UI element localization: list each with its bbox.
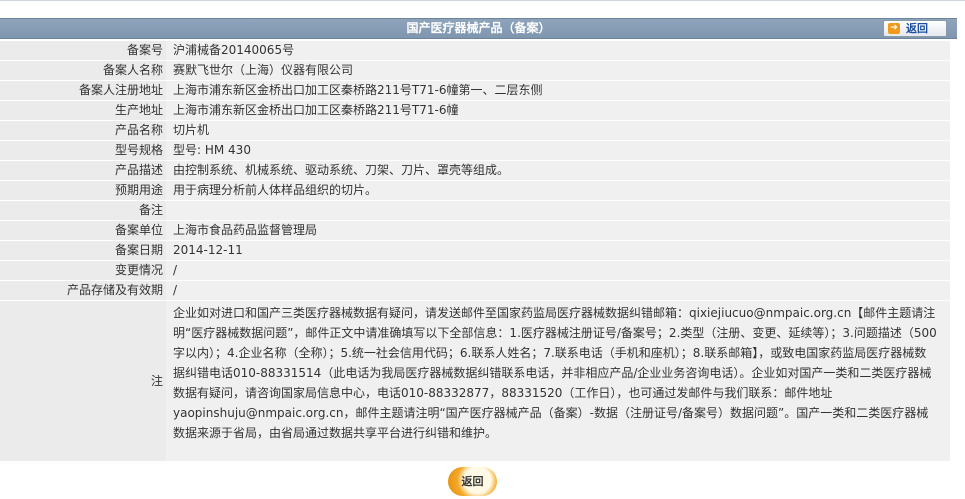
table-row: 预期用途 用于病理分析前人体样品组织的切片。	[0, 181, 950, 200]
field-label: 产品描述	[0, 161, 166, 180]
table-row: 生产地址 上海市浦东新区金桥出口加工区秦桥路211号T71-6幢	[0, 101, 950, 120]
table-row: 备案号 沪浦械备20140065号	[0, 41, 950, 60]
field-label: 备案单位	[0, 221, 166, 240]
field-value: 上海市浦东新区金桥出口加工区秦桥路211号T71-6幢第一、二层东侧	[166, 81, 950, 100]
field-value: 赛默飞世尔（上海）仪器有限公司	[166, 61, 950, 80]
back-button-label: 返回	[906, 22, 928, 35]
field-value: 型号: HM 430	[166, 141, 950, 160]
field-label: 备案号	[0, 41, 166, 60]
field-value: 2014-12-11	[166, 241, 950, 260]
field-label: 备注	[0, 201, 166, 220]
field-value: /	[166, 261, 950, 280]
field-value: /	[166, 281, 950, 300]
field-value: 由控制系统、机械系统、驱动系统、刀架、刀片、罩壳等组成。	[166, 161, 950, 180]
table-row: 产品描述 由控制系统、机械系统、驱动系统、刀架、刀片、罩壳等组成。	[0, 161, 950, 180]
field-value: 沪浦械备20140065号	[166, 41, 950, 60]
note-row: 注企业如对进口和国产三类医疗器械数据有疑问，请发送邮件至国家药监局医疗器械数据纠…	[0, 301, 950, 461]
table-row: 备案日期 2014-12-11	[0, 241, 950, 260]
page-title-bar: 国产医疗器械产品（备案）	[0, 18, 957, 39]
field-value: 上海市食品药品监督管理局	[166, 221, 950, 240]
field-label: 预期用途	[0, 181, 166, 200]
field-label: 型号规格	[0, 141, 166, 160]
field-value: 上海市浦东新区金桥出口加工区秦桥路211号T71-6幢	[166, 101, 950, 120]
field-label: 生产地址	[0, 101, 166, 120]
field-label: 产品名称	[0, 121, 166, 140]
table-row: 备案人名称 赛默飞世尔（上海）仪器有限公司	[0, 61, 950, 80]
table-row: 备案人注册地址 上海市浦东新区金桥出口加工区秦桥路211号T71-6幢第一、二层东…	[0, 81, 950, 100]
field-label: 备案人注册地址	[0, 81, 166, 100]
field-label: 变更情况	[0, 261, 166, 280]
field-value: 用于病理分析前人体样品组织的切片。	[166, 181, 950, 200]
table-row: 产品名称 切片机	[0, 121, 950, 140]
page-title: 国产医疗器械产品（备案）	[406, 21, 551, 35]
table-row: 产品存储及有效期 /	[0, 281, 950, 300]
table-row: 变更情况 /	[0, 261, 950, 280]
back-button-label: 返回	[461, 475, 484, 488]
field-value	[166, 201, 950, 220]
back-button-bottom[interactable]: 返回	[448, 467, 497, 496]
field-label: 备案人名称	[0, 61, 166, 80]
note-label: 注	[0, 301, 166, 461]
back-button-top[interactable]: ➔ 返回	[883, 20, 947, 37]
note-text: 企业如对进口和国产三类医疗器械数据有疑问，请发送邮件至国家药监局医疗器械数据纠错…	[166, 301, 950, 461]
field-label: 产品存储及有效期	[0, 281, 166, 300]
product-detail-table: 备案号 沪浦械备20140065号 备案人名称 赛默飞世尔（上海）仪器有限公司 备案人注…	[0, 40, 950, 462]
field-value: 切片机	[166, 121, 950, 140]
table-row: 型号规格 型号: HM 430	[0, 141, 950, 160]
page-frame: 国产医疗器械产品（备案） ➔ 返回 备案号 沪浦械备20140065号 备案人名称赛…	[0, 0, 965, 499]
table-row: 备案单位 上海市食品药品监督管理局	[0, 221, 950, 240]
table-row: 备注	[0, 201, 950, 220]
arrow-right-icon: ➔	[888, 23, 900, 34]
field-label: 备案日期	[0, 241, 166, 260]
